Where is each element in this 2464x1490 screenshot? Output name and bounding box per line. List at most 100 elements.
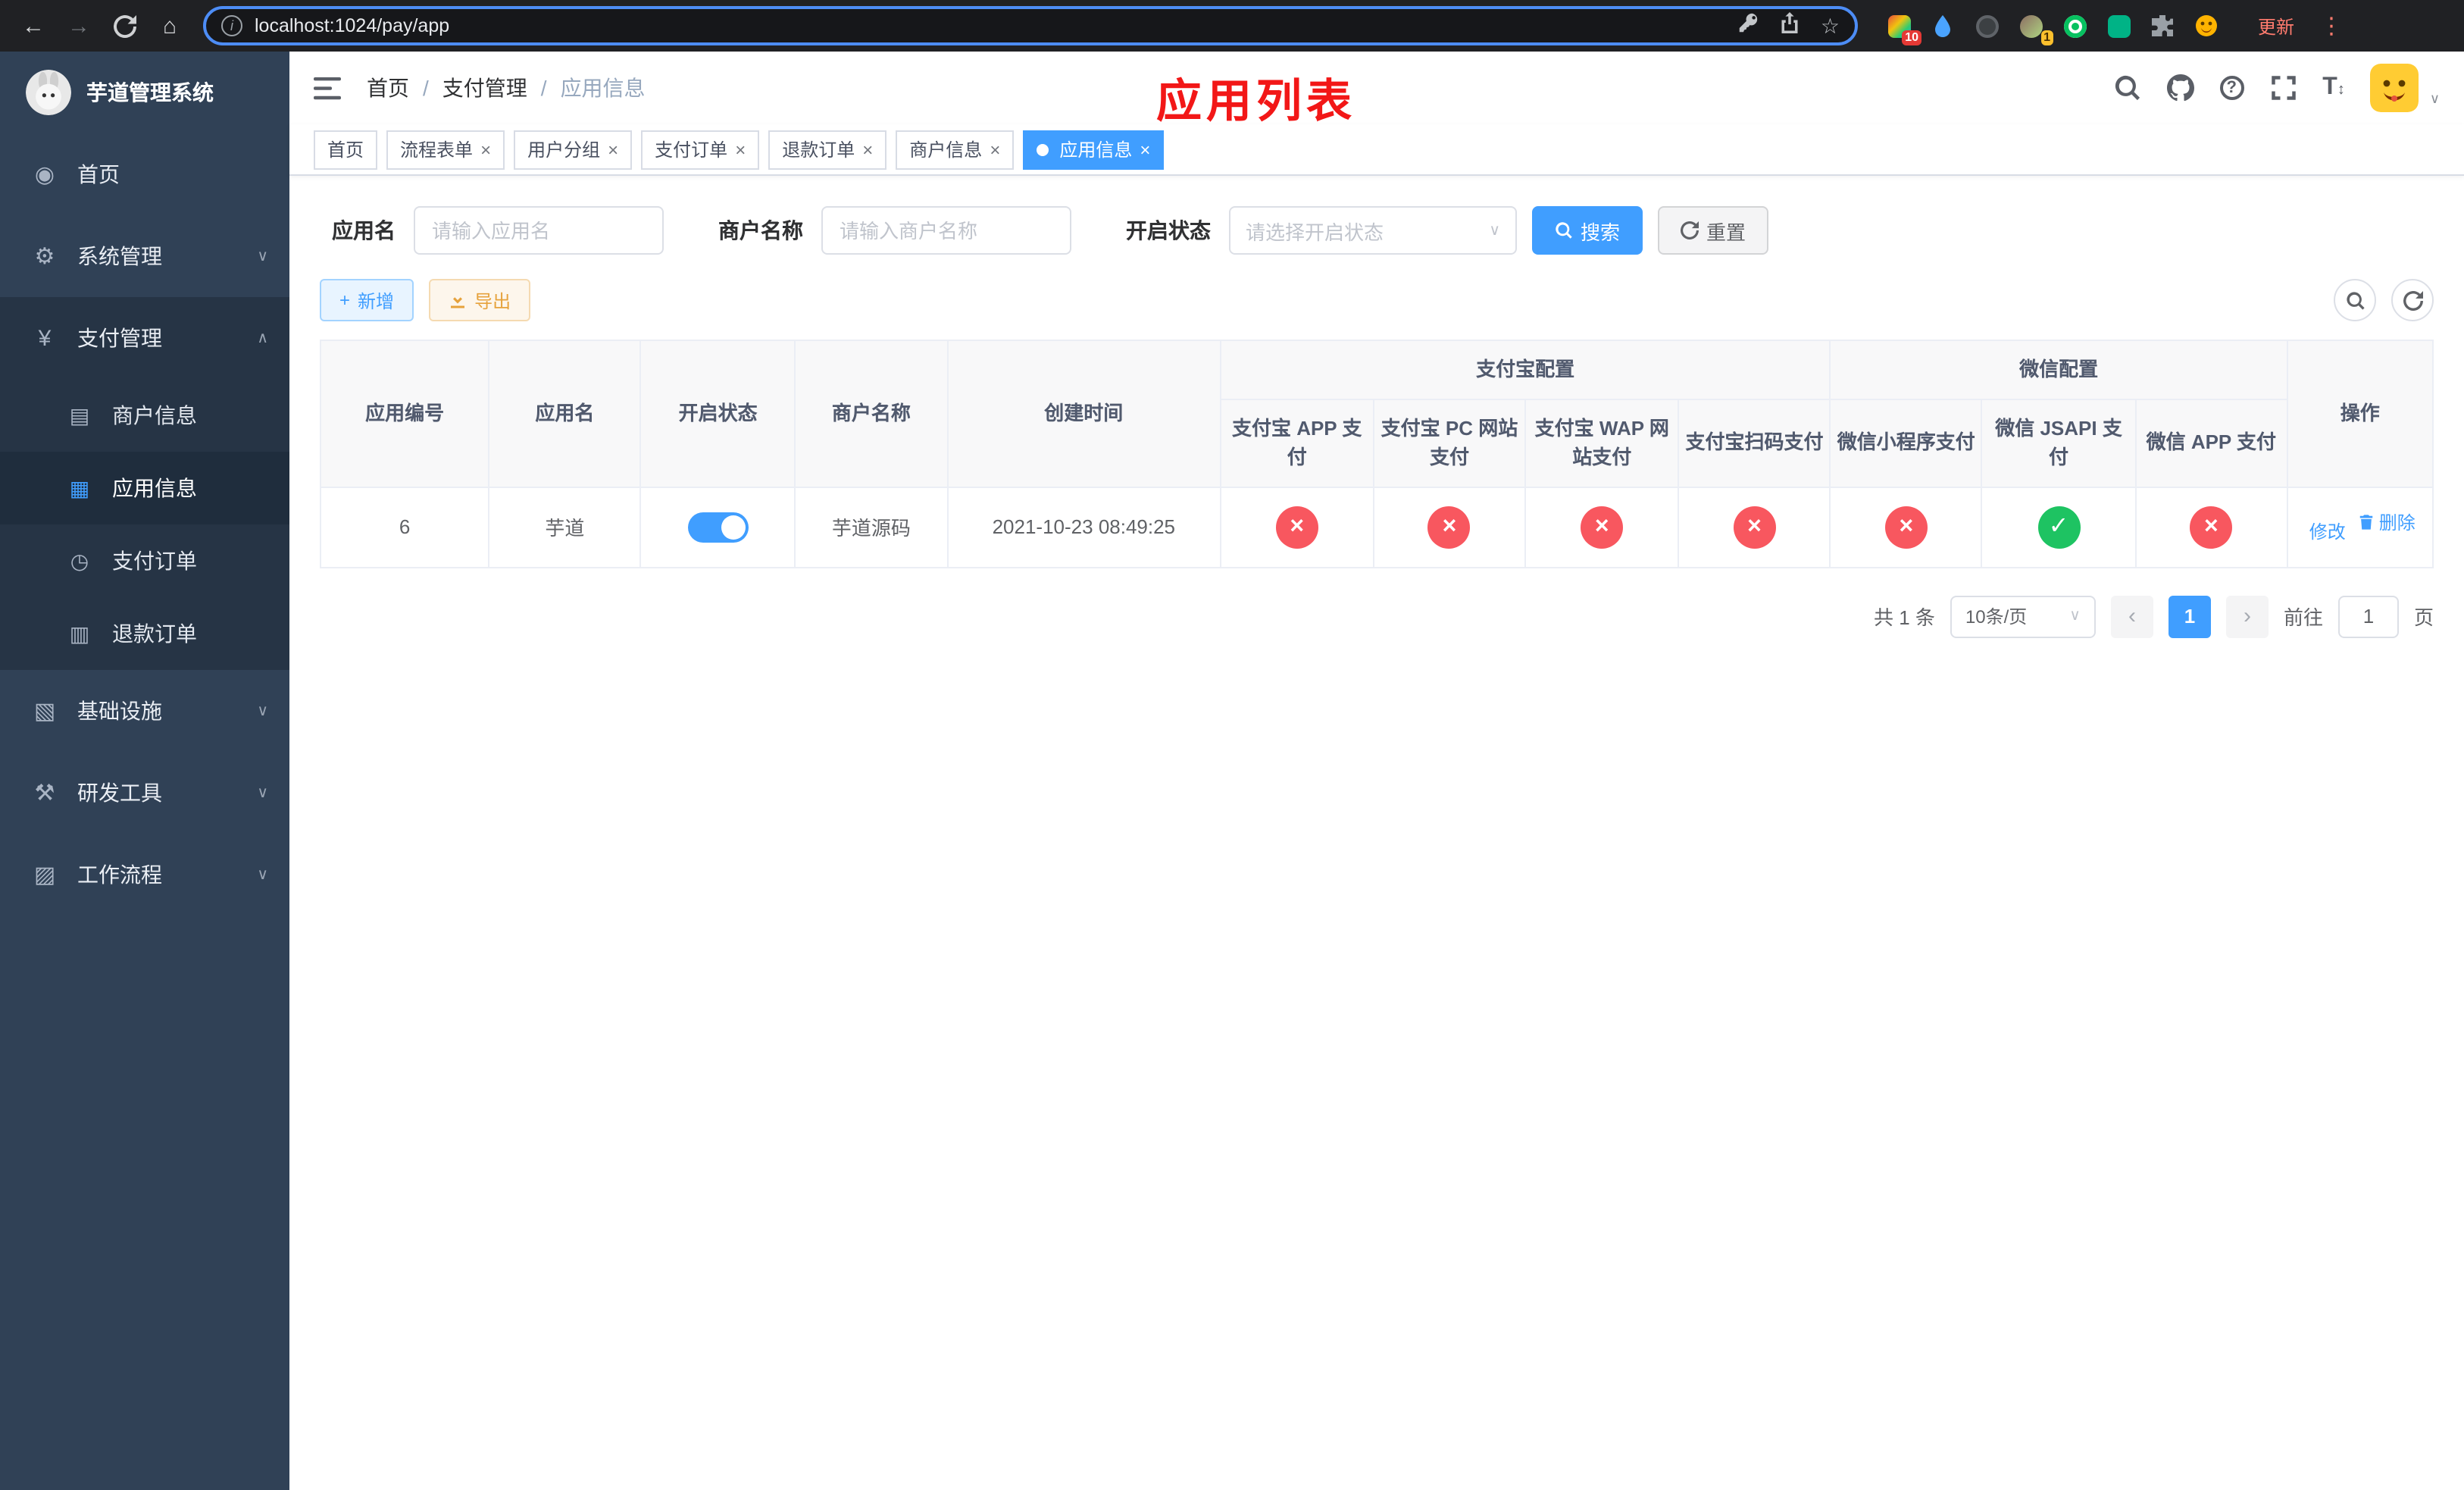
- search-icon[interactable]: [2113, 74, 2140, 102]
- tab-label: 应用信息: [1059, 139, 1133, 161]
- extension-icon-7[interactable]: [2149, 12, 2176, 39]
- delete-link[interactable]: 删除: [2358, 510, 2416, 536]
- close-icon[interactable]: ×: [862, 140, 873, 158]
- plus-icon: +: [339, 290, 351, 311]
- export-button-label: 导出: [474, 290, 511, 311]
- next-page-button[interactable]: ›: [2225, 595, 2269, 637]
- export-button[interactable]: 导出: [429, 279, 531, 321]
- tab-refund-order[interactable]: 退款订单 ×: [768, 130, 887, 169]
- tab-home[interactable]: 首页: [314, 130, 378, 169]
- info-icon[interactable]: i: [221, 15, 242, 36]
- status-select[interactable]: 请选择开启状态 ∨: [1229, 206, 1517, 255]
- sidebar-item-infrastructure[interactable]: ▧ 基础设施 ∨: [0, 670, 289, 752]
- share-icon[interactable]: [1780, 11, 1801, 40]
- sidebar-item-workflow[interactable]: ▨ 工作流程 ∨: [0, 834, 289, 916]
- close-icon[interactable]: ×: [990, 140, 1000, 158]
- extension-icon-3[interactable]: [1973, 12, 2000, 39]
- sidebar-item-payment[interactable]: ¥ 支付管理 ∧: [0, 297, 289, 379]
- home-icon[interactable]: ⌂: [152, 8, 188, 44]
- reset-button[interactable]: 重置: [1658, 206, 1769, 255]
- sidebar-item-label: 研发工具: [77, 781, 162, 805]
- breadcrumb-home[interactable]: 首页: [367, 73, 409, 103]
- tab-app-info[interactable]: 应用信息 ×: [1023, 130, 1165, 169]
- cell-app-id: 6: [319, 486, 490, 568]
- prev-page-button[interactable]: ‹: [2110, 595, 2153, 637]
- sidebar-item-merchant-info[interactable]: ▤ 商户信息: [0, 379, 289, 452]
- app-name-input[interactable]: [414, 206, 664, 255]
- sidebar-item-home[interactable]: ◉ 首页: [0, 133, 289, 215]
- extension-badge: 10: [1902, 30, 1921, 45]
- reload-icon[interactable]: [106, 8, 142, 44]
- goto-page-input[interactable]: [2337, 595, 2399, 637]
- extension-icon-1[interactable]: 10: [1885, 12, 1921, 45]
- github-icon[interactable]: [2166, 74, 2194, 102]
- gear-icon: ⚙: [34, 244, 55, 270]
- app-title: 芋道管理系统: [86, 80, 214, 105]
- screen: ← → ⌂ i localhost:1024/pay/app ☆ 10 1 更新…: [0, 0, 2464, 1490]
- total-count: 共 1 条: [1874, 606, 1935, 629]
- close-icon[interactable]: ×: [735, 140, 746, 158]
- sidebar-item-pay-order[interactable]: ◷ 支付订单: [0, 524, 289, 597]
- tab-label: 退款订单: [782, 139, 855, 161]
- page-content: 应用名 商户名称 开启状态 请选择开启状态 ∨ 搜索: [289, 176, 2464, 1490]
- extensions-area: 10 1: [1885, 12, 2220, 45]
- page-size-select[interactable]: 10条/页 ∨: [1950, 595, 2096, 637]
- wechat-app-status-icon: ×: [2190, 506, 2233, 548]
- col-header-name: 应用名: [488, 340, 642, 487]
- cell-created-time: 2021-10-23 08:49:25: [946, 486, 1221, 568]
- browser-menu-icon[interactable]: ⋮: [2320, 12, 2343, 39]
- chevron-down-icon: ∨: [2069, 608, 2081, 624]
- sidebar-item-refund-order[interactable]: ▥ 退款订单: [0, 597, 289, 670]
- merchant-name-input[interactable]: [821, 206, 1071, 255]
- avatar-caret-icon[interactable]: ∨: [2430, 91, 2440, 108]
- col-header-wechat-jsapi: 微信 JSAPI 支付: [1981, 398, 2137, 487]
- yen-icon: ¥: [38, 325, 52, 351]
- sidebar-item-devtools[interactable]: ⚒ 研发工具 ∨: [0, 752, 289, 834]
- extension-icon-8[interactable]: [2193, 12, 2220, 39]
- tab-label: 首页: [327, 139, 364, 161]
- fullscreen-icon[interactable]: [2269, 74, 2297, 102]
- status-toggle[interactable]: [687, 512, 749, 542]
- page-annotation: 应用列表: [1156, 77, 1356, 127]
- dashboard-icon: ◉: [34, 162, 55, 188]
- tab-user-group[interactable]: 用户分组 ×: [514, 130, 633, 169]
- tab-pay-order[interactable]: 支付订单 ×: [641, 130, 760, 169]
- add-button-label: 新增: [358, 290, 395, 311]
- sidebar-item-system[interactable]: ⚙ 系统管理 ∨: [0, 215, 289, 297]
- add-button[interactable]: + 新增: [320, 279, 414, 321]
- tab-merchant-info[interactable]: 商户信息 ×: [896, 130, 1015, 169]
- profile-extension-icon[interactable]: 1: [2017, 12, 2053, 45]
- col-header-alipay-app: 支付宝 APP 支付: [1219, 398, 1374, 487]
- tab-process-form[interactable]: 流程表单 ×: [386, 130, 505, 169]
- hamburger-icon[interactable]: [314, 77, 341, 99]
- extension-icon-5[interactable]: [2061, 12, 2088, 39]
- forward-icon[interactable]: →: [61, 8, 97, 44]
- toggle-search-button[interactable]: [2334, 279, 2376, 321]
- update-button[interactable]: 更新: [2244, 7, 2308, 45]
- search-button[interactable]: 搜索: [1532, 206, 1643, 255]
- bookmark-star-icon[interactable]: ☆: [1821, 13, 1840, 39]
- help-icon[interactable]: ?: [2219, 76, 2244, 100]
- status-select-placeholder: 请选择开启状态: [1246, 221, 1384, 243]
- user-avatar[interactable]: [2370, 64, 2419, 112]
- breadcrumb: 首页 / 支付管理 / 应用信息: [367, 73, 646, 103]
- close-icon[interactable]: ×: [480, 140, 491, 158]
- sidebar-item-label: 支付管理: [77, 326, 162, 350]
- url-bar[interactable]: i localhost:1024/pay/app ☆: [203, 6, 1858, 45]
- close-icon[interactable]: ×: [608, 140, 618, 158]
- page-number-button[interactable]: 1: [2168, 595, 2211, 637]
- sidebar-item-label: 应用信息: [112, 476, 197, 500]
- extension-icon-2[interactable]: [1929, 12, 1956, 39]
- extension-icon-6[interactable]: [2105, 12, 2132, 39]
- tab-label: 用户分组: [527, 139, 601, 161]
- breadcrumb-payment[interactable]: 支付管理: [442, 73, 527, 103]
- wechat-jsapi-status-icon: ✓: [2037, 506, 2081, 548]
- sidebar-item-app-info[interactable]: ▦ 应用信息: [0, 452, 289, 524]
- refresh-table-button[interactable]: [2391, 279, 2434, 321]
- key-icon[interactable]: [1739, 11, 1760, 40]
- chevron-down-icon: ∨: [257, 703, 268, 719]
- edit-link[interactable]: 修改: [2305, 518, 2346, 544]
- font-size-icon[interactable]: T↕: [2322, 74, 2345, 102]
- back-icon[interactable]: ←: [15, 8, 52, 44]
- close-icon[interactable]: ×: [1140, 140, 1150, 158]
